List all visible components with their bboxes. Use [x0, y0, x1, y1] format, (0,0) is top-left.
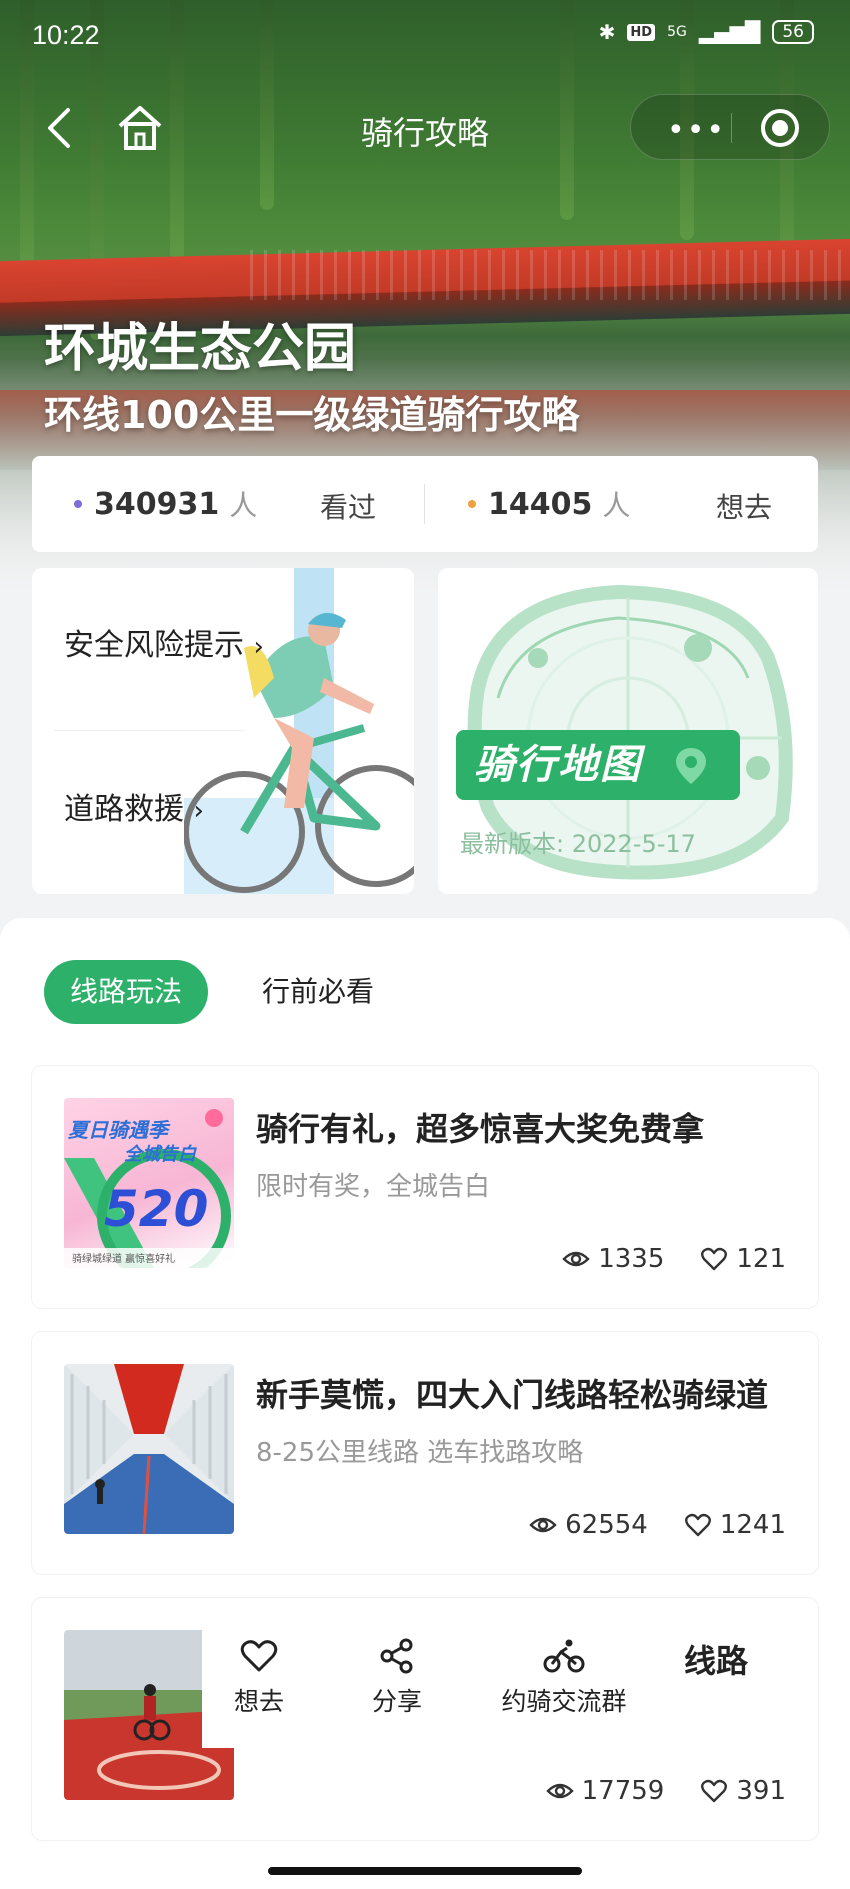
hd-badge: HD — [627, 23, 656, 41]
article-title: 线路 — [684, 1642, 749, 1680]
bluetooth-icon: ✱ — [598, 20, 616, 44]
want-unit: 人 — [602, 489, 631, 522]
tab-route-play[interactable]: 线路玩法 — [44, 960, 208, 1024]
eye-icon — [562, 1251, 590, 1267]
promo-number: 520 — [104, 1180, 209, 1238]
viewed-dot — [74, 500, 82, 508]
article-title: 骑行有礼，超多惊喜大奖免费拿 — [256, 1110, 705, 1148]
home-indicator — [268, 1867, 582, 1875]
want-label: 想去 — [716, 491, 773, 524]
heart-icon[interactable] — [700, 1245, 728, 1273]
hero-subtitle: 环线100公里一级绿道骑行攻略 — [44, 393, 580, 437]
eye-icon — [545, 1783, 574, 1799]
article-meta: 17759 391 — [545, 1776, 786, 1806]
stats-card: 340931 人 看过 14405 人 想去 — [32, 456, 818, 552]
cycling-map-card[interactable]: 骑行地图 最新版本: 2022-5-17 — [438, 568, 818, 894]
share-action[interactable]: 分享 — [352, 1638, 442, 1718]
status-time: 10:22 — [32, 20, 100, 50]
chevron-right-icon: › — [193, 796, 204, 826]
want-count: 14405 — [488, 486, 593, 522]
nav-bar: 骑行攻略 ••• — [0, 88, 850, 168]
heart-icon[interactable] — [700, 1777, 728, 1805]
safety-card: 安全风险提示 › 道路救援 › — [32, 568, 414, 894]
more-icon[interactable]: ••• — [667, 113, 726, 148]
viewed-stat: 340931 人 — [74, 456, 257, 552]
view-count: 62554 — [565, 1510, 648, 1540]
article-subtitle: 8-25公里线路 选车找路攻略 — [256, 1438, 584, 1468]
bridge-railing — [250, 250, 850, 300]
miniapp-capsule: ••• — [630, 94, 830, 160]
safety-risk-label: 安全风险提示 — [64, 628, 244, 663]
article-subtitle: 限时有奖，全城告白 — [256, 1172, 491, 1202]
article-card[interactable]: 新手莫慌，四大入门线路轻松骑绿道 8-25公里线路 选车找路攻略 62554 1… — [32, 1332, 818, 1574]
map-pin-icon — [676, 748, 706, 784]
ride-group-action[interactable]: 约骑交流群 — [494, 1638, 634, 1718]
capsule-divider — [731, 113, 732, 143]
like-count: 1241 — [719, 1510, 786, 1540]
safety-divider — [54, 730, 244, 731]
status-bar: 10:22 ✱ HD 5G ▂▄▆█ 56 — [0, 0, 850, 76]
chevron-right-icon: › — [253, 632, 264, 662]
promo-line2: 全城告白 — [124, 1144, 196, 1165]
battery-indicator: 56 — [772, 20, 814, 44]
stats-divider — [424, 484, 425, 524]
bicycle-icon — [543, 1639, 585, 1673]
hero-title: 环城生态公园 — [44, 319, 357, 379]
like-count: 391 — [736, 1776, 786, 1806]
ride-group-label: 约骑交流群 — [501, 1687, 627, 1716]
article-thumbnail: 夏日骑遇季 全城告白 520 骑绿城绿道 赢惊喜好礼 — [64, 1098, 234, 1268]
viewed-unit: 人 — [229, 489, 258, 522]
article-thumbnail — [64, 1364, 234, 1534]
want-stat: 14405 人 — [468, 456, 630, 552]
bridge-photo — [64, 1364, 234, 1534]
viewed-label: 看过 — [320, 491, 377, 524]
tab-before-trip[interactable]: 行前必看 — [262, 960, 374, 1024]
share-icon — [380, 1638, 413, 1674]
promo-footer: 骑绿城绿道 赢惊喜好礼 — [72, 1254, 176, 1265]
safety-risk-link[interactable]: 安全风险提示 › — [64, 620, 264, 664]
article-card[interactable]: 夏日骑遇季 全城告白 520 骑绿城绿道 赢惊喜好礼 骑行有礼，超多惊喜大奖免费… — [32, 1066, 818, 1308]
status-icons: ✱ HD 5G ▂▄▆█ 56 — [599, 20, 814, 44]
road-rescue-link[interactable]: 道路救援 › — [64, 784, 204, 828]
cyclist-illustration — [184, 568, 414, 894]
article-meta: 62554 1241 — [529, 1510, 786, 1540]
close-miniapp-icon[interactable] — [761, 109, 799, 147]
article-meta: 1335 121 — [562, 1244, 786, 1274]
like-count: 121 — [736, 1244, 786, 1274]
network-label: 5G — [667, 24, 687, 40]
article-title: 新手莫慌，四大入门线路轻松骑绿道 — [256, 1376, 769, 1414]
road-rescue-label: 道路救援 — [64, 792, 184, 827]
view-count: 1335 — [598, 1244, 665, 1274]
want-action[interactable]: 想去 — [214, 1638, 304, 1718]
viewed-count: 340931 — [94, 486, 220, 522]
view-count: 17759 — [581, 1776, 665, 1806]
heart-icon[interactable] — [684, 1511, 712, 1539]
promo-line1: 夏日骑遇季 — [68, 1118, 168, 1142]
want-action-label: 想去 — [233, 1687, 284, 1716]
want-dot — [468, 500, 476, 508]
signal-icon: ▂▄▆█ — [698, 20, 761, 44]
eye-icon — [529, 1517, 557, 1533]
map-version: 最新版本: 2022-5-17 — [460, 830, 696, 858]
share-action-label: 分享 — [371, 1687, 422, 1716]
heart-outline-icon — [240, 1640, 278, 1672]
